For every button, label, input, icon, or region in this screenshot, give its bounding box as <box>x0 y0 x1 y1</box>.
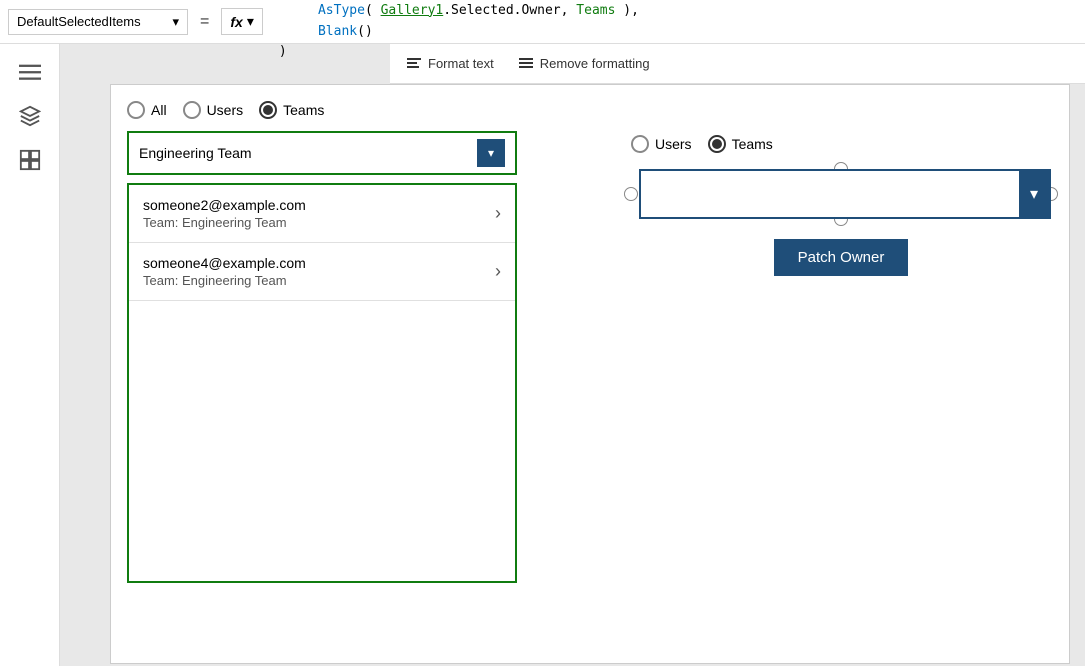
property-dropdown[interactable]: DefaultSelectedItems ▾ <box>8 9 188 35</box>
canvas-area: All Users Teams Engineering Team ▾ <box>60 44 1085 666</box>
formula-line-2: AsType( Gallery1.Selected.Owner, Teams )… <box>279 1 1069 22</box>
gallery-item-1-chevron: › <box>495 261 501 282</box>
team-dropdown-value: Engineering Team <box>139 145 252 161</box>
gallery-item-1-text: someone4@example.com Team: Engineering T… <box>143 255 306 288</box>
left-app-panel: All Users Teams Engineering Team ▾ <box>111 85 551 663</box>
radio-users[interactable]: Users <box>183 101 244 119</box>
grid-icon <box>19 149 41 171</box>
formula-line-4: ) <box>279 42 1069 63</box>
property-dropdown-chevron: ▾ <box>172 14 179 30</box>
radio-group-left: All Users Teams <box>111 85 551 131</box>
sidebar-components-icon[interactable] <box>18 148 42 172</box>
gallery-item-0-text: someone2@example.com Team: Engineering T… <box>143 197 306 230</box>
formula-line-3: Blank() <box>279 22 1069 43</box>
radio-all-label: All <box>151 102 167 118</box>
gallery-item-0[interactable]: someone2@example.com Team: Engineering T… <box>129 185 515 243</box>
gallery-empty-area <box>129 301 515 581</box>
team-dropdown[interactable]: Engineering Team ▾ <box>127 131 517 175</box>
radio-right-users[interactable]: Users <box>631 135 692 153</box>
left-sidebar <box>0 44 60 666</box>
radio-group-right: Users Teams <box>631 135 1051 153</box>
fx-chevron: ▾ <box>247 13 254 30</box>
radio-right-users-circle[interactable] <box>631 135 649 153</box>
patch-owner-button[interactable]: Patch Owner <box>774 239 909 276</box>
sidebar-layers-icon[interactable] <box>18 104 42 128</box>
app-canvas: All Users Teams Engineering Team ▾ <box>110 84 1070 664</box>
gallery-item-0-secondary: Team: Engineering Team <box>143 215 306 230</box>
radio-teams[interactable]: Teams <box>259 101 324 119</box>
radio-all[interactable]: All <box>127 101 167 119</box>
hamburger-icon <box>19 61 41 83</box>
radio-teams-label: Teams <box>283 102 324 118</box>
equals-sign: = <box>196 13 213 31</box>
radio-teams-circle[interactable] <box>259 101 277 119</box>
gallery-item-1[interactable]: someone4@example.com Team: Engineering T… <box>129 243 515 301</box>
gallery-item-0-primary: someone2@example.com <box>143 197 306 213</box>
layers-icon <box>19 105 41 127</box>
slider-area: ▾ <box>631 169 1051 219</box>
patch-owner-container: Patch Owner <box>631 239 1051 276</box>
handle-left[interactable] <box>624 187 638 201</box>
radio-users-label: Users <box>207 102 244 118</box>
radio-right-users-label: Users <box>655 136 692 152</box>
radio-right-teams-circle[interactable] <box>708 135 726 153</box>
formula-editor[interactable]: If( IsType( Gallery1.Selected.Owner, Tea… <box>271 0 1077 67</box>
team-input-dropdown-btn[interactable]: ▾ <box>1019 171 1049 217</box>
radio-right-teams-label: Teams <box>732 136 773 152</box>
gallery-list: someone2@example.com Team: Engineering T… <box>127 183 517 583</box>
radio-right-teams[interactable]: Teams <box>708 135 773 153</box>
formula-bar: DefaultSelectedItems ▾ = fx ▾ If( IsType… <box>0 0 1085 44</box>
right-app-panel: Users Teams ▾ <box>631 135 1051 276</box>
fx-label: fx <box>230 14 242 30</box>
team-dropdown-chevron[interactable]: ▾ <box>477 139 505 167</box>
property-dropdown-label: DefaultSelectedItems <box>17 14 141 29</box>
team-input-field[interactable] <box>641 171 1019 217</box>
sidebar-menu-icon[interactable] <box>18 60 42 84</box>
radio-all-circle[interactable] <box>127 101 145 119</box>
gallery-item-0-chevron: › <box>495 203 501 224</box>
gallery-item-1-secondary: Team: Engineering Team <box>143 273 306 288</box>
team-input-box: ▾ <box>639 169 1051 219</box>
gallery-item-1-primary: someone4@example.com <box>143 255 306 271</box>
fx-button[interactable]: fx ▾ <box>221 8 263 35</box>
radio-users-circle[interactable] <box>183 101 201 119</box>
